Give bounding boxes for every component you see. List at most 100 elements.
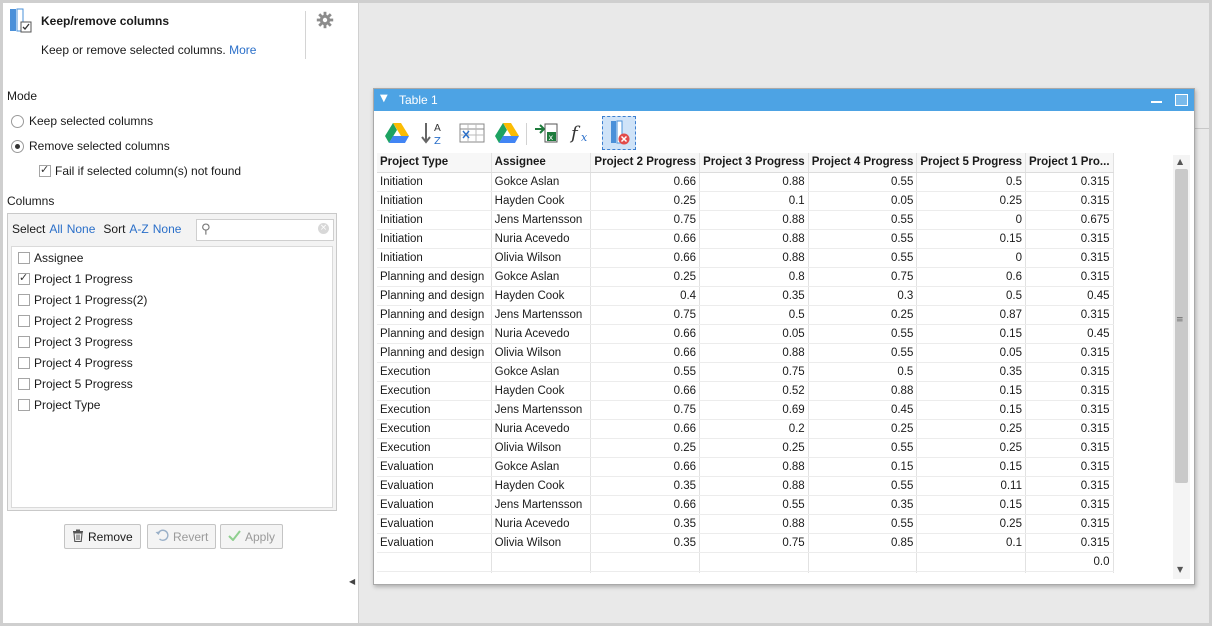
list-item[interactable]: Project Type [18,398,100,412]
column-header[interactable]: Project Type [377,153,492,173]
table-cell[interactable]: Planning and design [377,286,492,306]
table-cell[interactable]: 0.35 [808,495,918,515]
sort-az-icon[interactable]: AZ [418,119,446,147]
table-cell[interactable]: 0.315 [1025,362,1114,382]
table-cell[interactable]: 0.75 [590,305,701,325]
table-cell[interactable]: Execution [377,362,492,382]
table-cell[interactable]: 0.25 [916,191,1026,211]
table-cell[interactable]: 0.15 [916,495,1026,515]
table-cell[interactable]: Execution [377,381,492,401]
table-cell[interactable]: Jens Martensson [491,495,592,515]
checkbox[interactable] [18,336,30,348]
column-header[interactable]: Project 2 Progress [590,153,701,173]
collapse-panel-icon[interactable]: ◀ [349,577,355,586]
table-cell[interactable]: 0.35 [590,533,701,553]
fail-if-not-found-checkbox[interactable]: Fail if selected column(s) not found [39,163,241,178]
table-cell[interactable]: Hayden Cook [491,191,592,211]
table-cell[interactable]: Nuria Acevedo [491,419,592,439]
table-cell[interactable]: 0.675 [1025,210,1114,230]
table-row[interactable]: Initiation Olivia Wilson 0.66 0.88 0.55 0 0.31… [377,248,1171,268]
table-cell[interactable]: 0.315 [1025,229,1114,249]
table-cell[interactable]: 0.45 [808,400,918,420]
table-cell[interactable]: 0.15 [916,457,1026,477]
table-cell[interactable]: 0.75 [699,533,809,553]
table-cell[interactable]: Initiation [377,210,492,230]
checkbox[interactable] [18,357,30,369]
table-cell[interactable]: 0.315 [1025,419,1114,439]
table-cell[interactable] [377,552,492,572]
table-cell[interactable]: 0.15 [916,400,1026,420]
table-cell[interactable]: 0.315 [1025,305,1114,325]
table-cell[interactable]: 0.315 [1025,457,1114,477]
table-cell[interactable]: Gokce Aslan [491,172,592,192]
table-cell[interactable]: 0.66 [590,419,701,439]
vertical-scrollbar[interactable]: ▲ ≡ ▼ [1173,155,1190,579]
sort-none-link[interactable]: None [153,222,182,236]
table-cell[interactable]: 0.15 [808,457,918,477]
remove-selected-radio[interactable]: Remove selected columns [11,139,170,153]
table-cell[interactable]: 0.25 [808,419,918,439]
table-row[interactable]: Execution Jens Martensson 0.75 0.69 0.45 0.15… [377,400,1171,420]
table-cell[interactable]: 0.55 [808,210,918,230]
table-row[interactable]: Evaluation Nuria Acevedo 0.35 0.88 0.55 0.25 0… [377,514,1171,534]
table-cell[interactable]: Nuria Acevedo [491,324,592,344]
table-cell[interactable]: 0.55 [590,362,701,382]
drive-icon[interactable] [493,119,521,147]
table-row[interactable]: Execution Nuria Acevedo 0.66 0.2 0.25 0.25 0.3… [377,419,1171,439]
table-cell[interactable] [491,552,592,572]
table-cell[interactable]: Planning and design [377,324,492,344]
table-cell[interactable]: 0.5 [808,362,918,382]
table-cell[interactable]: 0.88 [699,476,809,496]
table-cell[interactable] [808,571,918,573]
table-cell[interactable]: 0.52 [699,381,809,401]
table-cell[interactable]: 0.55 [808,324,918,344]
table-cell[interactable]: Hayden Cook [491,286,592,306]
column-header[interactable]: Project 5 Progress [916,153,1026,173]
table-edit-icon[interactable] [458,119,486,147]
table-cell[interactable]: Gokce Aslan [491,267,592,287]
table-cell[interactable] [916,571,1026,573]
table-cell[interactable]: 0 [916,210,1026,230]
table-cell[interactable]: 0.5 [916,172,1026,192]
table-cell[interactable]: 0.05 [808,191,918,211]
table-cell[interactable]: 0.88 [808,381,918,401]
table-cell[interactable]: 0.55 [808,438,918,458]
table-cell[interactable] [377,571,492,573]
revert-button[interactable]: Revert [147,524,217,549]
table-cell[interactable]: 0.5 [699,305,809,325]
table-row[interactable]: Planning and design Jens Martensson 0.75 0.… [377,305,1171,325]
table-cell[interactable]: 0.4 [590,286,701,306]
table-row[interactable]: 0.0 [377,571,1171,573]
table-cell[interactable]: 0.15 [916,324,1026,344]
table-cell[interactable]: 0.35 [590,476,701,496]
column-header[interactable]: Project 3 Progress [699,153,809,173]
table-cell[interactable]: 0.66 [590,172,701,192]
table-row[interactable]: Evaluation Jens Martensson 0.66 0.55 0.35 0.1… [377,495,1171,515]
table-cell[interactable]: Olivia Wilson [491,343,592,363]
scroll-up-icon[interactable]: ▲ [1177,157,1183,166]
table-row[interactable]: 0.0 [377,552,1171,572]
table-cell[interactable] [808,552,918,572]
checkbox-checked[interactable] [18,271,30,285]
table-cell[interactable] [699,552,809,572]
table-cell[interactable]: 0.66 [590,229,701,249]
list-item[interactable]: Project 2 Progress [18,314,133,328]
table-cell[interactable]: 0.35 [699,286,809,306]
table-row[interactable]: Planning and design Gokce Aslan 0.25 0.8 0.7… [377,267,1171,287]
scrollbar-thumb[interactable] [1175,169,1188,483]
table-cell[interactable]: Initiation [377,172,492,192]
table-row[interactable]: Planning and design Olivia Wilson 0.66 0.88… [377,343,1171,363]
table-row[interactable]: Evaluation Gokce Aslan 0.66 0.88 0.15 0.15 0.3… [377,457,1171,477]
table-cell[interactable]: 0.11 [916,476,1026,496]
table-row[interactable]: Planning and design Hayden Cook 0.4 0.35 0.3… [377,286,1171,306]
table-cell[interactable]: 0.315 [1025,476,1114,496]
table-cell[interactable]: 0.25 [590,191,701,211]
checkbox[interactable] [18,294,30,306]
table-cell[interactable]: Olivia Wilson [491,438,592,458]
table-window-titlebar[interactable]: ▼ Table 1 [374,89,1194,111]
table-cell[interactable] [916,552,1026,572]
table-cell[interactable]: 0.0 [1025,552,1114,572]
table-cell[interactable] [590,552,701,572]
table-cell[interactable]: Evaluation [377,533,492,553]
table-cell[interactable]: 0.315 [1025,172,1114,192]
